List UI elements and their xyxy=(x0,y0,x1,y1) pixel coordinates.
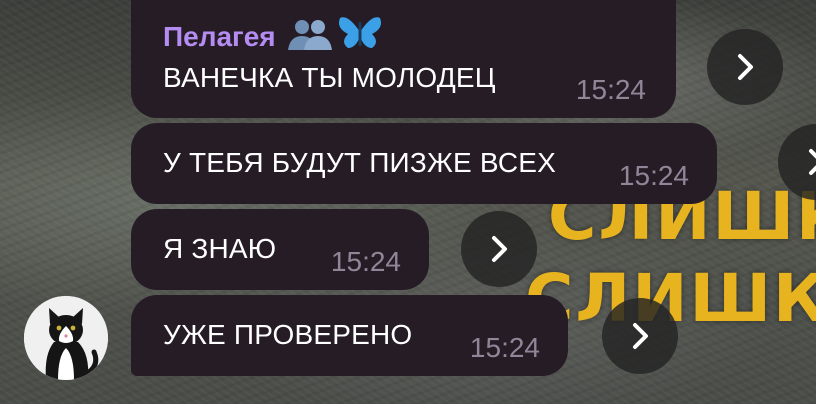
forward-button[interactable] xyxy=(602,298,678,374)
message-time: 15:24 xyxy=(330,246,401,277)
sender-name-row[interactable]: Пелагея xyxy=(163,14,382,53)
people-hugging-emoji-icon xyxy=(284,18,336,50)
message-time: 15:24 xyxy=(469,332,540,363)
sender-avatar[interactable] xyxy=(24,296,108,380)
message-bubble[interactable]: УЖЕ ПРОВЕРЕНО 15:24 xyxy=(131,295,568,376)
message-text: УЖЕ ПРОВЕРЕНО xyxy=(163,319,413,350)
butterfly-emoji-icon xyxy=(338,14,382,50)
forward-button[interactable] xyxy=(461,211,537,287)
message-time: 15:24 xyxy=(575,74,646,105)
message-bubble[interactable]: Пелагея ВАНЕЧКА ТЫ МОЛОДЕЦ 15:24 xyxy=(131,0,676,118)
message-text: Я ЗНАЮ xyxy=(163,233,277,264)
chevron-right-icon xyxy=(809,149,816,175)
chevron-right-icon xyxy=(633,323,648,349)
forward-button[interactable] xyxy=(707,29,783,105)
message-text: ВАНЕЧКА ТЫ МОЛОДЕЦ xyxy=(163,62,496,93)
cat-avatar-icon xyxy=(24,296,108,380)
chevron-right-icon xyxy=(492,236,507,262)
sender-name[interactable]: Пелагея xyxy=(163,21,276,52)
message-bubble[interactable]: Я ЗНАЮ 15:24 xyxy=(131,209,429,290)
message-time: 15:24 xyxy=(618,160,689,191)
message-text: У ТЕБЯ БУДУТ ПИЗЖЕ ВСЕХ xyxy=(163,147,557,178)
chevron-right-icon xyxy=(738,54,753,80)
message-bubble[interactable]: У ТЕБЯ БУДУТ ПИЗЖЕ ВСЕХ 15:24 xyxy=(131,123,717,204)
chat-window: СЛИШК СЛИШКС Пелагея ВАНЕЧКА ТЫ МОЛОДЕЦ xyxy=(0,0,816,404)
